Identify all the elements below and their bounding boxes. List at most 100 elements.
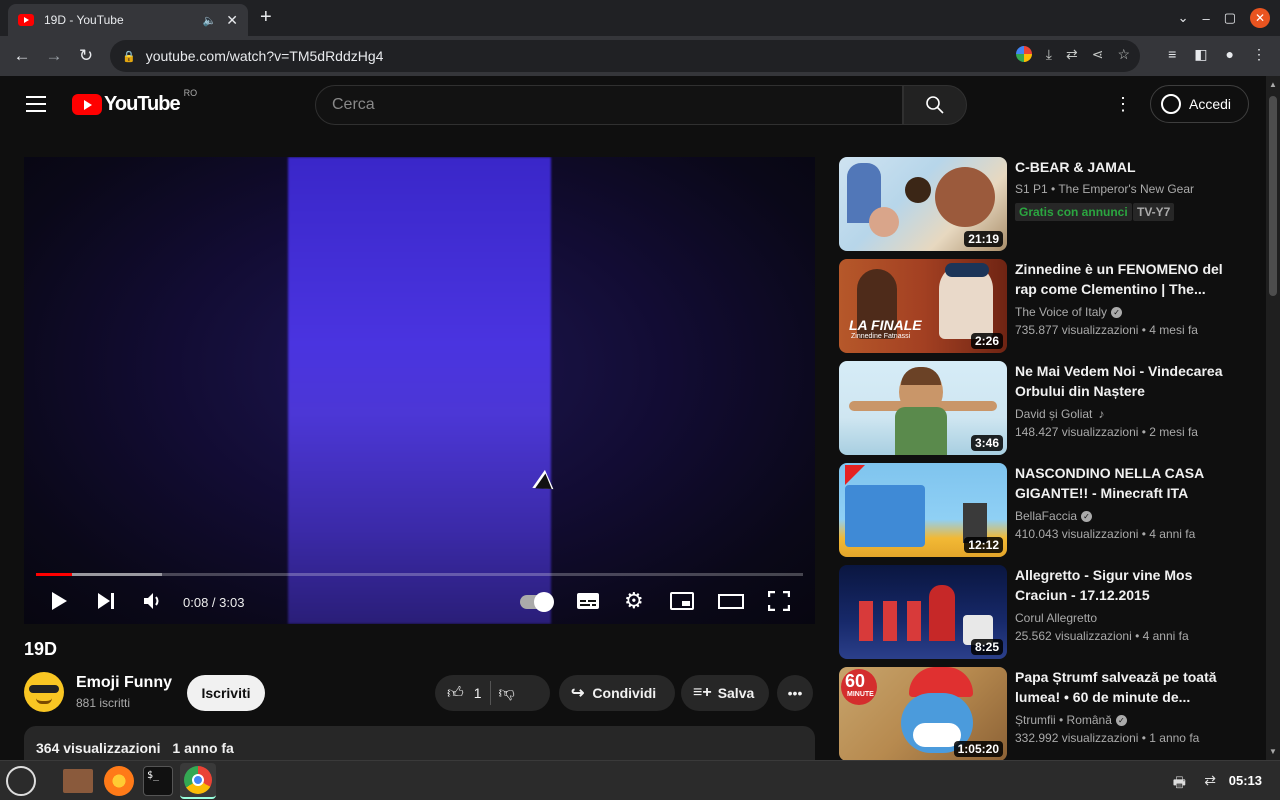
video-thumbnail[interactable]: 12:12 [839, 463, 1007, 557]
related-meta: 332.992 visualizzazioni • 1 anno fa [1015, 731, 1200, 745]
related-item[interactable]: 21:19 C-BEAR & JAMAL S1 P1 • The Emperor… [839, 157, 1259, 251]
related-channel: S1 P1 • The Emperor's New Gear [1015, 182, 1195, 196]
printer-icon[interactable]: 🖶 [1173, 772, 1186, 796]
duration-badge: 3:46 [970, 435, 1003, 451]
maximize-icon[interactable]: ▢ [1224, 10, 1236, 26]
played-bar [36, 573, 73, 576]
video-thumbnail[interactable]: LA FINALE Zinnedine Fatnassi 2:26 [839, 259, 1007, 353]
share-icon[interactable]: ⋖ [1092, 46, 1104, 63]
related-meta: 735.877 visualizzazioni • 4 mesi fa [1015, 323, 1198, 337]
related-item[interactable]: 8:25 Allegretto - Sigur vine Mos Craciun… [839, 565, 1259, 659]
url-text[interactable]: youtube.com/watch?v=TM5dRddzHg4 [146, 48, 384, 64]
search-input[interactable]: Cerca [315, 85, 903, 125]
related-item[interactable]: LA FINALE Zinnedine Fatnassi 2:26 Zinned… [839, 259, 1259, 353]
video-thumbnail[interactable]: 8:25 [839, 565, 1007, 659]
profile-icon[interactable]: ● [1226, 46, 1234, 63]
new-tab-button[interactable]: + [260, 6, 272, 29]
settings-kebab-icon[interactable]: ⋮ [1114, 94, 1132, 115]
subtitles-icon[interactable] [576, 591, 600, 611]
address-bar[interactable]: 🔒 youtube.com/watch?v=TM5dRddzHg4 ⤓ ⇄ ⋖ … [110, 40, 1140, 72]
like-icon[interactable]: 👍︎ [447, 684, 464, 703]
sunglasses-emoji-icon [29, 685, 59, 693]
duration-badge: 12:12 [964, 537, 1003, 553]
related-title[interactable]: C-BEAR & JAMAL [1015, 157, 1225, 177]
share-button[interactable]: ↪ Condividi [559, 675, 675, 711]
related-item[interactable]: 3:46 Ne Mai Vedem Noi - Vindecarea Orbul… [839, 361, 1259, 455]
related-title[interactable]: Zinnedine è un FENOMENO del rap come Cle… [1015, 259, 1225, 299]
search-button[interactable] [903, 85, 967, 125]
play-icon[interactable] [50, 591, 68, 611]
volume-icon[interactable] [142, 591, 164, 611]
save-button[interactable]: ≡+ Salva [681, 675, 769, 711]
related-title[interactable]: Allegretto - Sigur vine Mos Craciun - 17… [1015, 565, 1225, 605]
install-icon[interactable]: ⤓ [1046, 46, 1052, 63]
google-icon[interactable] [1015, 46, 1032, 62]
lock-icon[interactable]: 🔒 [122, 50, 136, 63]
verified-icon: ✓ [1111, 307, 1123, 319]
mint-menu-icon[interactable] [6, 766, 36, 796]
next-icon[interactable] [96, 591, 116, 611]
youtube-logo[interactable]: YouTube RO [72, 88, 197, 116]
forward-icon[interactable]: → [38, 46, 70, 66]
scroll-down-icon[interactable]: ▼ [1269, 747, 1277, 756]
page-scrollbar[interactable]: ▲ ▼ [1266, 76, 1280, 760]
video-title: 19D [24, 639, 58, 659]
clock[interactable]: 05:13 [1229, 773, 1262, 788]
related-title[interactable]: Ne Mai Vedem Noi - Vindecarea Orbului di… [1015, 361, 1225, 401]
theater-mode-icon[interactable] [718, 591, 744, 611]
signin-button[interactable]: Accedi [1150, 85, 1249, 123]
browser-menu-icon[interactable]: ⋮ [1252, 46, 1266, 63]
reload-icon[interactable]: ↻ [70, 46, 102, 66]
related-channel: Ștrumfii • Română ✓ [1015, 713, 1127, 727]
side-panel-icon[interactable]: ◧ [1194, 46, 1207, 63]
back-icon[interactable]: ← [6, 46, 38, 66]
video-thumbnail[interactable]: 3:46 [839, 361, 1007, 455]
terminal-icon[interactable]: $_ [143, 766, 173, 796]
free-with-ads-badge: Gratis con annunci [1015, 203, 1132, 221]
related-channel: The Voice of Italy ✓ [1015, 305, 1123, 319]
related-title[interactable]: NASCONDINO NELLA CASA GIGANTE!! - Minecr… [1015, 463, 1225, 503]
tab-search-icon[interactable]: ⌄ [1178, 10, 1189, 26]
channel-name[interactable]: Emoji Funny [76, 674, 172, 692]
music-note-icon: ♪ [1098, 407, 1105, 421]
network-icon[interactable]: ⇄ [1204, 772, 1216, 789]
menu-icon[interactable] [26, 96, 46, 112]
speaker-icon[interactable]: 🔈 [203, 14, 217, 27]
like-count[interactable]: 1 [474, 685, 482, 701]
subscribe-button[interactable]: Iscriviti [187, 675, 265, 711]
progress-bar[interactable] [36, 573, 803, 576]
channel-avatar[interactable] [24, 672, 64, 712]
scrollbar-thumb[interactable] [1269, 96, 1277, 296]
more-actions-icon[interactable]: ••• [777, 675, 813, 711]
bookmark-star-icon[interactable]: ☆ [1117, 46, 1130, 63]
video-player[interactable]: 0:08 / 3:03 ⚙ [24, 157, 815, 624]
video-thumbnail[interactable]: 21:19 [839, 157, 1007, 251]
close-tab-icon[interactable]: ✕ [226, 12, 238, 29]
related-item[interactable]: 12:12 NASCONDINO NELLA CASA GIGANTE!! - … [839, 463, 1259, 557]
youtube-page: YouTube RO Cerca ⋮ Accedi 0:08 / 3:03 ⚙ [0, 76, 1266, 760]
description-box[interactable]: 364 visualizzazioni 1 anno fa [24, 726, 815, 760]
miniplayer-icon[interactable] [670, 591, 694, 611]
file-manager-icon[interactable] [63, 769, 93, 793]
dislike-icon[interactable]: 👎︎ [499, 684, 515, 703]
related-channel: Corul Allegretto [1015, 611, 1098, 625]
chrome-active-window[interactable] [180, 763, 216, 799]
autoplay-toggle[interactable] [520, 592, 554, 612]
settings-gear-icon[interactable]: ⚙ [624, 588, 644, 614]
related-title[interactable]: Papa Ștrumf salvează pe toată lumea! • 6… [1015, 667, 1225, 707]
close-window-icon[interactable]: ✕ [1250, 8, 1270, 28]
related-channel: David și Goliat ♪ [1015, 407, 1104, 421]
browser-tab[interactable]: 19D - YouTube 🔈 ✕ [8, 4, 248, 36]
share-arrow-icon: ↪ [571, 685, 585, 702]
related-item[interactable]: 60 MINUTE 1:05:20 Papa Ștrumf salvează p… [839, 667, 1259, 760]
minimize-icon[interactable]: – [1202, 11, 1209, 26]
video-thumbnail[interactable]: 60 MINUTE 1:05:20 [839, 667, 1007, 760]
thumb-overlay-subtext: Zinnedine Fatnassi [851, 333, 911, 340]
fullscreen-icon[interactable] [768, 591, 790, 611]
firefox-icon[interactable] [104, 766, 134, 796]
translate-icon[interactable]: ⇄ [1066, 46, 1078, 63]
rating-badge: TV-Y7 [1133, 203, 1175, 221]
scroll-up-icon[interactable]: ▲ [1269, 80, 1277, 89]
thumb-overlay-text: LA FINALE [849, 317, 922, 333]
media-control-icon[interactable]: ≡ [1168, 46, 1176, 63]
